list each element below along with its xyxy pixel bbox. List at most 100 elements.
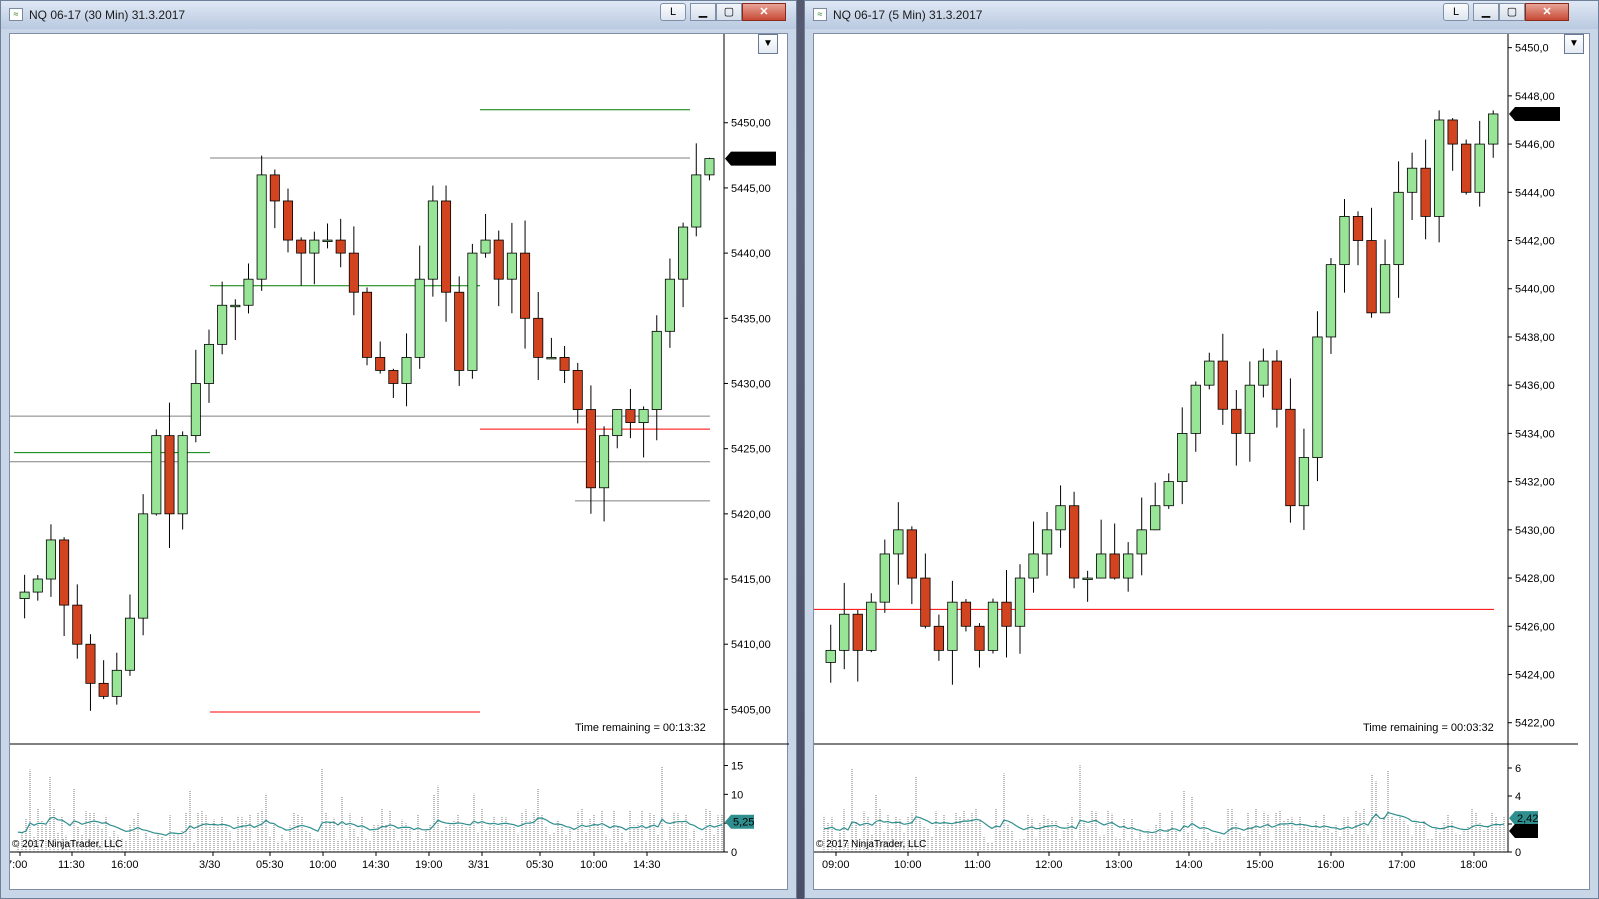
time-tick-label: 11:30 [58, 859, 85, 871]
candle-body [1204, 360, 1215, 386]
candle [111, 652, 122, 705]
volume-tick-label: 6 [1515, 763, 1521, 775]
candle-body [1474, 143, 1485, 193]
candle-body [879, 553, 890, 603]
chart-menu-dropdown-button[interactable]: ▼ [758, 34, 778, 54]
candle [599, 426, 610, 522]
time-tick-label: 17:00 [1388, 859, 1416, 871]
candle-body [866, 601, 877, 651]
candle-body [45, 539, 56, 580]
candle-body [585, 409, 596, 489]
candle [1095, 519, 1107, 579]
candle-body [1312, 336, 1323, 458]
volume-tick-label: 0 [1515, 847, 1521, 859]
time-tick-label: 12:00 [1035, 859, 1063, 871]
candle [960, 599, 972, 632]
candle-body [612, 409, 623, 437]
candle [493, 230, 504, 307]
candle-body [546, 357, 557, 360]
chart-window-30min[interactable]: ≈ NQ 06-17 (30 Min) 31.3.2017 L ▁ ▢ ✕ 54… [0, 0, 797, 899]
volume-tick-label: 15 [731, 761, 743, 773]
chart-window-5min[interactable]: ≈ NQ 06-17 (5 Min) 31.3.2017 L ▁ ▢ ✕ 545… [804, 0, 1599, 899]
time-tick-label: 13:00 [1105, 859, 1133, 871]
candle-body [1123, 553, 1134, 579]
candle-body [1366, 240, 1377, 314]
current-price-label: 5447,25 [733, 154, 773, 166]
candle [625, 388, 636, 439]
window-titlebar[interactable]: ≈ NQ 06-17 (5 Min) 31.3.2017 L ▁ ▢ ✕ [805, 1, 1598, 29]
candle [852, 609, 863, 682]
candle [388, 368, 399, 398]
candle-body [1001, 601, 1012, 627]
candle-body [190, 383, 201, 437]
minimize-icon[interactable]: ▁ [690, 3, 716, 21]
chart-app-icon: ≈ [813, 8, 827, 21]
window-titlebar[interactable]: ≈ NQ 06-17 (30 Min) 31.3.2017 L ▁ ▢ ✕ [1, 1, 796, 29]
candle-body [1447, 119, 1458, 145]
candle-body [825, 649, 836, 663]
candle-body [651, 330, 662, 410]
candle [893, 502, 904, 585]
candle-body [203, 343, 214, 384]
candle [839, 582, 850, 670]
candle [825, 624, 836, 683]
candle [177, 431, 188, 530]
candle [1434, 110, 1445, 243]
minimize-icon[interactable]: ▁ [1473, 3, 1499, 21]
chart-canvas[interactable]: 5450,00 5445,00 5440,00 5435,00 5430,00 5425,… [10, 34, 789, 891]
copyright-label: © 2017 NinjaTrader, LLC [12, 839, 123, 850]
candle [1285, 378, 1296, 523]
link-l-button[interactable]: L [1443, 3, 1469, 21]
candle-body [691, 174, 702, 228]
candle [296, 237, 307, 286]
candle [638, 406, 649, 458]
candle-body [1461, 143, 1472, 193]
candle-body [1109, 553, 1120, 579]
candle-body [85, 643, 96, 684]
time-tick-label: 10:00 [894, 859, 922, 871]
candle [151, 429, 162, 516]
candle [1068, 491, 1080, 589]
candle [1204, 352, 1215, 390]
chart-canvas[interactable]: 5450,0 5448,00 5446,00 5444,00 5442,00 5440,0… [814, 34, 1591, 891]
candle-body [625, 409, 636, 423]
time-tick-label: 09:00 [822, 859, 850, 871]
volume-tick-label: 10 [731, 789, 743, 801]
candle [678, 222, 689, 308]
candle-body [230, 304, 241, 308]
close-icon[interactable]: ✕ [742, 3, 786, 21]
maximize-icon[interactable]: ▢ [716, 3, 742, 21]
close-icon[interactable]: ✕ [1525, 3, 1569, 21]
candle [506, 222, 517, 314]
candle [1217, 333, 1228, 425]
chart-panel[interactable]: 5450,0 5448,00 5446,00 5444,00 5442,00 5440,0… [813, 33, 1590, 890]
candle [1163, 473, 1174, 509]
candle-body [664, 278, 675, 332]
candle-body [1434, 119, 1445, 217]
candle [1014, 564, 1026, 654]
time-tick-label: 14:30 [633, 859, 661, 871]
candle [1150, 482, 1161, 531]
candle [1379, 239, 1391, 314]
candle-body [933, 625, 945, 651]
candle [1325, 258, 1337, 354]
candle-body [388, 370, 399, 384]
candle-body [348, 252, 359, 293]
candle-body [704, 158, 715, 176]
candle [1406, 152, 1418, 220]
candle [559, 346, 570, 384]
candle-body [1488, 113, 1499, 145]
candle [947, 580, 958, 685]
maximize-icon[interactable]: ▢ [1499, 3, 1525, 21]
candle-body [375, 357, 386, 371]
candle [704, 157, 715, 181]
chart-panel[interactable]: 5450,00 5445,00 5440,00 5435,00 5430,00 5425,… [9, 33, 789, 891]
candle [375, 341, 386, 374]
time-tick-label: 14:30 [362, 859, 390, 871]
volume-value-label: 2,42 [1517, 813, 1538, 825]
candle-body [638, 409, 649, 423]
link-l-button[interactable]: L [660, 3, 686, 21]
chart-menu-dropdown-button[interactable]: ▼ [1564, 34, 1584, 54]
time-tick-label: 16:00 [1317, 859, 1345, 871]
candle [98, 660, 109, 700]
